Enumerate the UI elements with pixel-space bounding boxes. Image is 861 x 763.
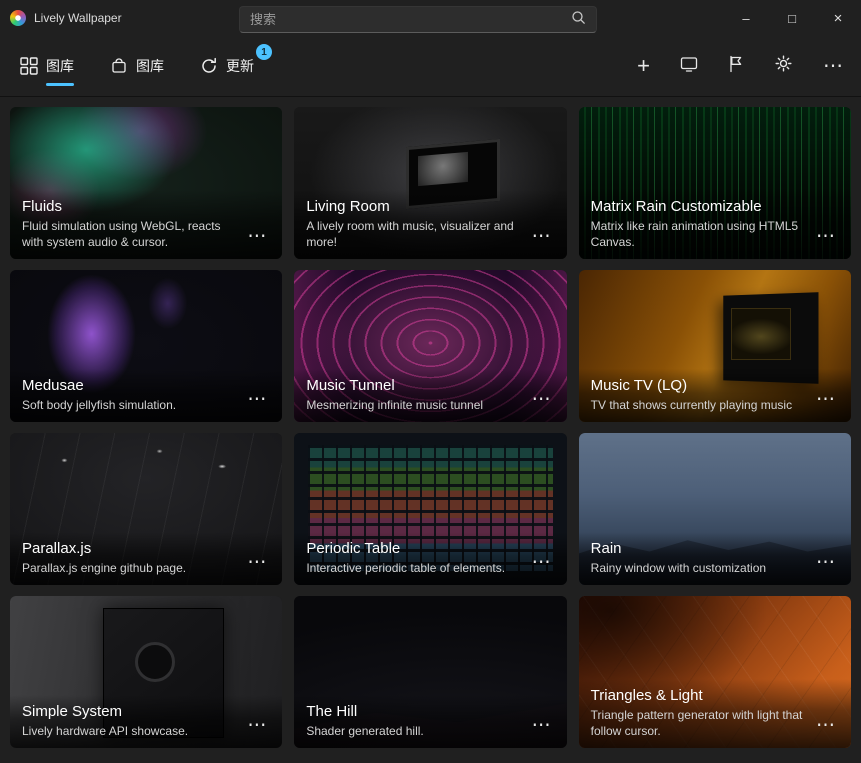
- card-more-button[interactable]: ⋯: [241, 386, 272, 413]
- card-info: Periodic Table Interactive periodic tabl…: [294, 532, 566, 585]
- wallpaper-description: A lively room with music, visualizer and…: [306, 218, 525, 250]
- toolbar: 图库 图库 更新 1 +: [0, 36, 861, 97]
- tab-library[interactable]: 图库: [18, 36, 76, 96]
- wallpaper-description: Interactive periodic table of elements.: [306, 560, 525, 576]
- wallpaper-title: Matrix Rain Customizable: [591, 198, 810, 215]
- tab-updates[interactable]: 更新 1: [198, 36, 256, 96]
- wallpaper-description: Matrix like rain animation using HTML5 C…: [591, 218, 810, 250]
- card-more-button[interactable]: ⋯: [810, 386, 841, 413]
- wallpaper-description: Rainy window with customization: [591, 560, 810, 576]
- add-wallpaper-button[interactable]: +: [637, 55, 650, 77]
- wallpaper-title: Medusae: [22, 377, 241, 394]
- wallpaper-title: Periodic Table: [306, 540, 525, 557]
- wallpaper-title: Living Room: [306, 198, 525, 215]
- wallpaper-description: Mesmerizing infinite music tunnel: [306, 397, 525, 413]
- search-icon: [571, 10, 586, 30]
- tab-label: 更新: [226, 56, 254, 76]
- search-box[interactable]: [239, 6, 597, 33]
- wallpaper-description: Triangle pattern generator with light th…: [591, 707, 810, 739]
- tab-gallery[interactable]: 图库: [108, 36, 166, 96]
- wallpaper-description: Shader generated hill.: [306, 723, 525, 739]
- wallpaper-title: Parallax.js: [22, 540, 241, 557]
- card-info: Triangles & Light Triangle pattern gener…: [579, 679, 851, 748]
- tab-label: 图库: [46, 56, 74, 76]
- search-input[interactable]: [250, 12, 571, 27]
- card-more-button[interactable]: ⋯: [810, 712, 841, 739]
- card-info: Music Tunnel Mesmerizing infinite music …: [294, 369, 566, 422]
- card-more-button[interactable]: ⋯: [526, 386, 557, 413]
- gear-icon: [774, 54, 793, 78]
- card-more-button[interactable]: ⋯: [241, 712, 272, 739]
- wallpaper-grid: Fluids Fluid simulation using WebGL, rea…: [0, 97, 861, 758]
- wallpaper-card-medusae[interactable]: Medusae Soft body jellyfish simulation. …: [10, 270, 282, 422]
- card-info: Rain Rainy window with customization ⋯: [579, 532, 851, 585]
- card-info: Music TV (LQ) TV that shows currently pl…: [579, 369, 851, 422]
- close-button[interactable]: ×: [815, 0, 861, 36]
- grid-icon: [20, 57, 38, 75]
- card-info: Living Room A lively room with music, vi…: [294, 190, 566, 259]
- card-info: Matrix Rain Customizable Matrix like rai…: [579, 190, 851, 259]
- monitor-icon: [680, 55, 698, 78]
- wallpaper-title: Music TV (LQ): [591, 377, 810, 394]
- flag-button[interactable]: [728, 55, 744, 78]
- gallery-icon: [110, 57, 128, 75]
- wallpaper-description: TV that shows currently playing music: [591, 397, 810, 413]
- wallpaper-title: The Hill: [306, 703, 525, 720]
- settings-button[interactable]: [774, 54, 793, 78]
- wallpaper-card-fluids[interactable]: Fluids Fluid simulation using WebGL, rea…: [10, 107, 282, 259]
- card-more-button[interactable]: ⋯: [241, 549, 272, 576]
- card-info: Simple System Lively hardware API showca…: [10, 695, 282, 748]
- toolbar-actions: + ⋯: [637, 54, 843, 78]
- card-more-button[interactable]: ⋯: [526, 223, 557, 250]
- wallpaper-card-triangles-light[interactable]: Triangles & Light Triangle pattern gener…: [579, 596, 851, 748]
- card-info: Medusae Soft body jellyfish simulation. …: [10, 369, 282, 422]
- wallpaper-card-periodic-table[interactable]: Periodic Table Interactive periodic tabl…: [294, 433, 566, 585]
- wallpaper-title: Fluids: [22, 198, 241, 215]
- wallpaper-title: Triangles & Light: [591, 687, 810, 704]
- wallpaper-card-music-tv[interactable]: Music TV (LQ) TV that shows currently pl…: [579, 270, 851, 422]
- wallpaper-card-the-hill[interactable]: The Hill Shader generated hill. ⋯: [294, 596, 566, 748]
- wallpaper-card-rain[interactable]: Rain Rainy window with customization ⋯: [579, 433, 851, 585]
- card-more-button[interactable]: ⋯: [526, 549, 557, 576]
- tab-bar: 图库 图库 更新 1: [18, 36, 256, 96]
- wallpaper-description: Soft body jellyfish simulation.: [22, 397, 241, 413]
- flag-icon: [728, 55, 744, 78]
- update-count-badge: 1: [256, 44, 272, 60]
- titlebar: Lively Wallpaper – □ ×: [0, 0, 861, 36]
- card-more-button[interactable]: ⋯: [241, 223, 272, 250]
- card-info: Fluids Fluid simulation using WebGL, rea…: [10, 190, 282, 259]
- maximize-button[interactable]: □: [769, 0, 815, 36]
- tab-label: 图库: [136, 56, 164, 76]
- wallpaper-card-living-room[interactable]: Living Room A lively room with music, vi…: [294, 107, 566, 259]
- more-button[interactable]: ⋯: [823, 56, 843, 76]
- wallpaper-card-music-tunnel[interactable]: Music Tunnel Mesmerizing infinite music …: [294, 270, 566, 422]
- wallpaper-card-parallax[interactable]: Parallax.js Parallax.js engine github pa…: [10, 433, 282, 585]
- card-info: The Hill Shader generated hill. ⋯: [294, 695, 566, 748]
- wallpaper-card-simple-system[interactable]: Simple System Lively hardware API showca…: [10, 596, 282, 748]
- wallpaper-title: Rain: [591, 540, 810, 557]
- refresh-icon: [200, 57, 218, 75]
- wallpaper-title: Simple System: [22, 703, 241, 720]
- wallpaper-card-matrix-rain[interactable]: Matrix Rain Customizable Matrix like rai…: [579, 107, 851, 259]
- card-more-button[interactable]: ⋯: [526, 712, 557, 739]
- minimize-button[interactable]: –: [723, 0, 769, 36]
- wallpaper-title: Music Tunnel: [306, 377, 525, 394]
- app-title: Lively Wallpaper: [34, 11, 122, 25]
- app-logo-icon: [10, 10, 26, 26]
- window-controls: – □ ×: [723, 0, 861, 36]
- wallpaper-description: Lively hardware API showcase.: [22, 723, 241, 739]
- wallpaper-description: Parallax.js engine github page.: [22, 560, 241, 576]
- card-more-button[interactable]: ⋯: [810, 549, 841, 576]
- screen-layout-button[interactable]: [680, 55, 698, 78]
- wallpaper-description: Fluid simulation using WebGL, reacts wit…: [22, 218, 241, 250]
- card-more-button[interactable]: ⋯: [810, 223, 841, 250]
- card-info: Parallax.js Parallax.js engine github pa…: [10, 532, 282, 585]
